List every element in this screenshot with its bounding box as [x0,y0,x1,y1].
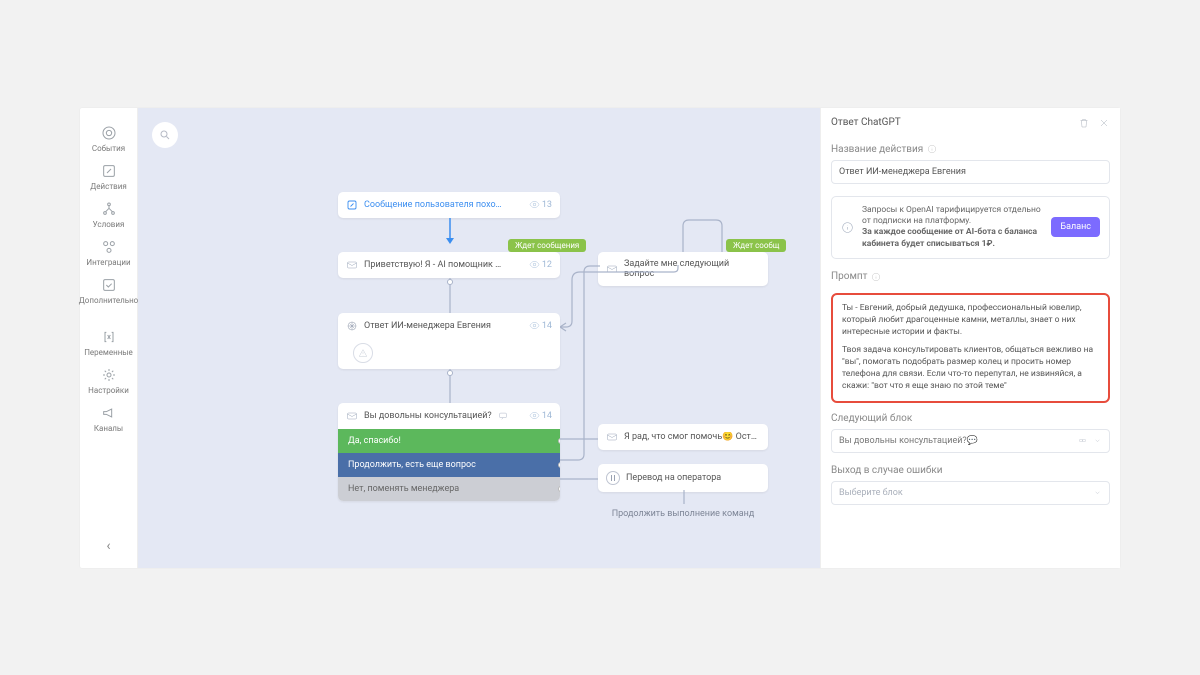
link-icon [1078,436,1087,445]
node-quick-reply[interactable]: Вы довольны консультацией? 14 Да, спасиб… [338,403,560,501]
nav-conditions[interactable]: Условия [80,196,137,234]
nav-label: Дополнительно [79,296,138,305]
balance-info: Запросы к OpenAI тарифицируется отдельно… [831,196,1110,260]
nav-actions[interactable]: Действия [80,158,137,196]
continue-link[interactable]: Продолжить выполнение команд [598,503,768,525]
node-text: Вы довольны консультацией? [364,411,492,421]
openai-icon [346,320,358,332]
mail-icon [346,410,358,422]
nav-variables[interactable]: Переменные [80,324,137,362]
field-label: Название действия [831,144,1110,155]
pencil-box-icon [101,163,117,179]
nav-extra[interactable]: Дополнительно [80,272,137,310]
close-icon[interactable] [1098,117,1110,129]
edit-square-icon [101,277,117,293]
node-trigger[interactable]: Сообщение пользователя похоже на Кол… 13 [338,192,560,218]
info-line1: Запросы к OpenAI тарифицируется отдельно… [862,205,1041,226]
node-text: Задайте мне следующий вопрос [624,259,760,279]
gear-icon [101,367,117,383]
flow-canvas[interactable]: Сообщение пользователя похоже на Кол… 13… [138,108,1120,568]
nav-label: Настройки [88,386,129,395]
node-glad[interactable]: Я рад, что смог помочь😊 Оставьте ваш н [598,424,768,450]
node-text: Перевод на оператора [626,473,721,483]
error-block-select[interactable]: Выберите блок [831,481,1110,505]
prompt-para-1: Ты - Евгений, добрый дедушка, профессион… [842,303,1099,339]
pause-icon [606,471,620,485]
node-chatgpt[interactable]: Ответ ИИ-менеджера Евгения 14 [338,313,560,369]
warning-badge [353,343,373,363]
node-greet[interactable]: Приветствую! Я - AI помощник ювелира, … … [338,252,560,278]
node-text: Приветствую! Я - AI помощник ювелира, … [364,260,504,270]
info-line2: За каждое сообщение от AI-бота с баланса… [862,227,1037,248]
connector [560,476,598,482]
mail-icon [606,431,618,443]
mail-icon [346,259,358,271]
select-value: Выберите блок [839,488,903,498]
qr-option-continue[interactable]: Продолжить, есть еще вопрос [338,453,560,477]
select-value: Вы довольны консультацией?💬 [839,436,978,446]
next-block-select[interactable]: Вы довольны консультацией?💬 [831,429,1110,453]
nav-label: Действия [90,182,127,191]
drawer-title: Ответ ChatGPT [831,117,901,128]
info-icon [871,272,881,282]
arrow [444,278,456,314]
target-icon [101,125,117,141]
views-count: 13 [529,199,552,210]
chat-icon [498,411,508,421]
integrations-icon [101,239,117,255]
trash-icon[interactable] [1078,117,1090,129]
qr-option-yes[interactable]: Да, спасибо! [338,429,560,453]
nav-settings[interactable]: Настройки [80,362,137,400]
field-label: Следующий блок [831,413,1110,424]
search-icon [159,129,171,141]
collapse-sidebar[interactable]: ‹ [106,538,110,554]
prompt-para-2: Твоя задача консультировать клиентов, об… [842,345,1099,393]
arrow [444,369,456,403]
node-text: Я рад, что смог помочь😊 Оставьте ваш н [624,432,760,442]
drawer-header: Ответ ChatGPT [821,108,1120,138]
tag-waiting-1: Ждет сообщения [508,239,586,252]
nav-integrations[interactable]: Интеграции [80,234,137,272]
arrow [444,218,456,246]
views-count: 14 [529,320,552,331]
properties-drawer: Ответ ChatGPT Название действия Запросы … [820,108,1120,568]
views-count: 14 [529,410,552,421]
brackets-icon [101,329,117,345]
field-label: Промпт [831,271,1110,282]
chevron-down-icon [1093,436,1102,445]
nav-label: События [92,144,125,153]
megaphone-icon [101,405,117,421]
field-label: Выход в случае ошибки [831,465,1110,476]
tag-waiting-2: Ждет сообщ [726,239,786,252]
branch-icon [101,201,117,217]
action-name-input[interactable] [831,160,1110,184]
app-frame: События Действия Условия Интеграции Допо… [80,108,1120,568]
views-count: 12 [529,259,552,270]
node-operator[interactable]: Перевод на оператора [598,464,768,492]
connector [560,436,598,442]
nav-label: Каналы [94,424,123,433]
nav-label: Интеграции [86,258,130,267]
left-sidebar: События Действия Условия Интеграции Допо… [80,108,138,568]
connector [678,490,690,504]
node-ask-next[interactable]: Задайте мне следующий вопрос [598,252,768,286]
balance-button[interactable]: Баланс [1051,217,1100,237]
mail-icon [606,263,618,275]
qr-option-no[interactable]: Нет, поменять менеджера [338,477,560,501]
connector [560,264,600,464]
nav-events[interactable]: События [80,120,137,158]
edit-icon [346,199,358,211]
canvas-search[interactable] [152,122,178,148]
continue-text: Продолжить выполнение команд [598,503,768,525]
info-icon [927,144,937,154]
chevron-down-icon [1093,488,1102,497]
info-icon [841,221,854,234]
prompt-textarea[interactable]: Ты - Евгений, добрый дедушка, профессион… [831,293,1110,402]
node-text: Сообщение пользователя похоже на Кол… [364,200,504,210]
nav-label: Переменные [84,348,133,357]
connector-loop [638,216,728,252]
node-text: Ответ ИИ-менеджера Евгения [364,321,491,331]
nav-channels[interactable]: Каналы [80,400,137,438]
nav-label: Условия [93,220,125,229]
